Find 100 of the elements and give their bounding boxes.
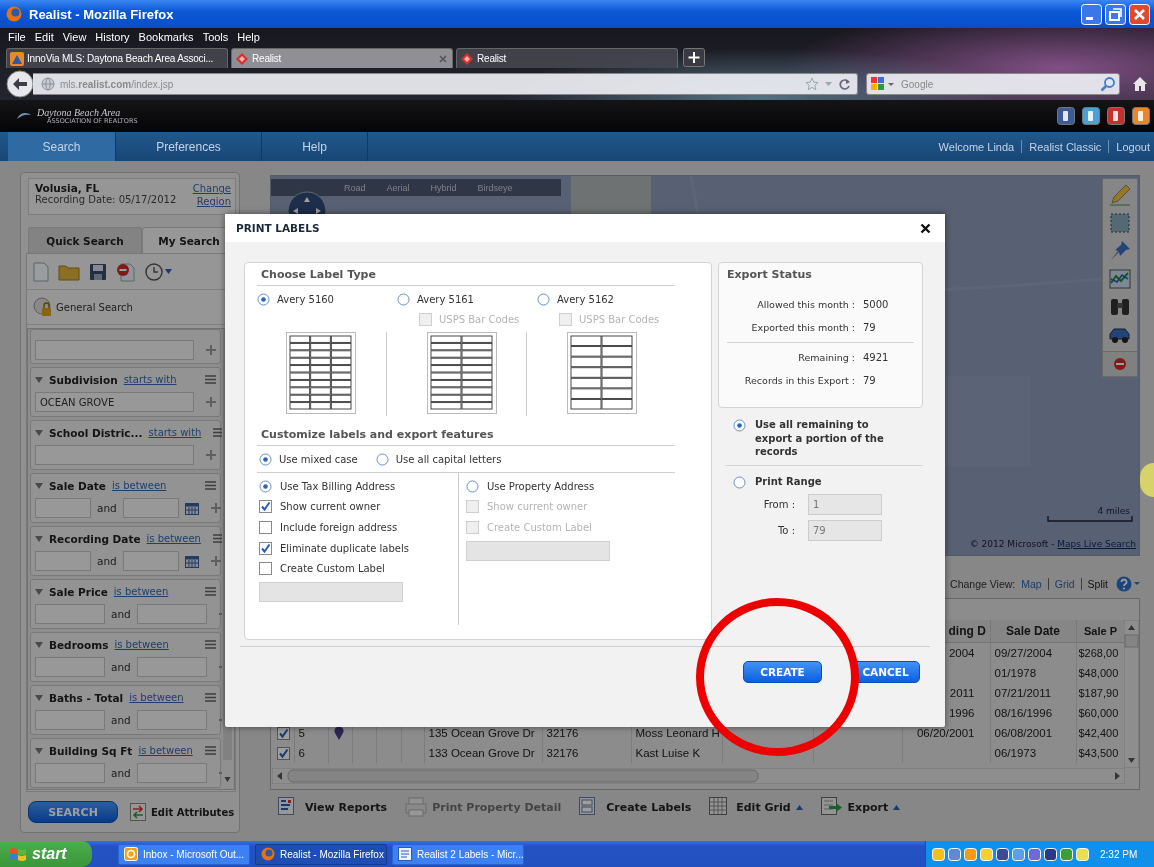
restore-button[interactable] <box>1105 3 1126 25</box>
checkbox[interactable] <box>277 726 290 740</box>
tray-icon[interactable] <box>996 847 1009 861</box>
radio-button[interactable] <box>733 419 746 432</box>
chart-icon[interactable] <box>1108 267 1132 291</box>
scrollbar[interactable] <box>1124 620 1139 768</box>
menu-item[interactable]: Edit <box>34 31 54 43</box>
input-field[interactable] <box>122 498 179 518</box>
radio-button[interactable] <box>537 292 550 306</box>
view-option[interactable]: Grid <box>1054 578 1075 590</box>
input-field[interactable] <box>35 763 105 783</box>
collapse-icon[interactable] <box>35 694 43 701</box>
checkbox[interactable] <box>259 521 272 534</box>
close-button[interactable] <box>1129 3 1150 25</box>
radio-button[interactable] <box>466 479 479 493</box>
input-field[interactable] <box>35 445 194 465</box>
toolbar-button[interactable]: Create Labels <box>579 797 692 817</box>
input-field[interactable] <box>35 551 91 571</box>
menu-icon[interactable] <box>205 746 216 755</box>
taskbar-button[interactable]: Realist - Mozilla Firefox <box>255 843 387 865</box>
pin-icon[interactable] <box>1108 239 1132 263</box>
map-type-button[interactable]: Hybrid <box>430 182 457 193</box>
input-field[interactable] <box>122 551 179 571</box>
nav-link[interactable]: Realist Classic <box>1029 140 1102 153</box>
input-field[interactable] <box>136 604 207 624</box>
search-engine-icon[interactable] <box>870 76 896 92</box>
swap-icon[interactable] <box>130 803 146 821</box>
clock-icon[interactable] <box>145 262 163 281</box>
menu-icon[interactable] <box>205 481 216 490</box>
map-type-button[interactable]: Road <box>344 182 366 193</box>
add-icon[interactable] <box>210 503 221 513</box>
star-icon[interactable] <box>805 77 819 91</box>
reload-icon[interactable] <box>838 77 851 91</box>
menu-item[interactable]: Help <box>237 31 260 43</box>
menu-item[interactable]: History <box>95 31 130 43</box>
edit-attributes-link[interactable]: Edit Attributes <box>151 806 235 818</box>
collapse-icon[interactable] <box>35 429 43 436</box>
input-field[interactable] <box>35 498 91 518</box>
menu-item[interactable]: File <box>8 31 26 43</box>
social-icon[interactable] <box>1132 107 1150 125</box>
checkbox[interactable] <box>277 746 290 760</box>
close-icon[interactable] <box>920 222 931 234</box>
toolbar-button[interactable]: Export <box>820 797 901 817</box>
radio-button[interactable] <box>733 475 746 489</box>
menu-icon[interactable] <box>213 428 225 437</box>
dropdown-icon[interactable] <box>824 80 833 88</box>
operator-link[interactable]: starts with <box>123 374 177 385</box>
add-icon[interactable] <box>206 450 216 460</box>
home-icon[interactable] <box>1132 76 1148 92</box>
menu-icon[interactable] <box>205 640 216 649</box>
new-tab-button[interactable] <box>683 48 705 67</box>
add-icon[interactable] <box>206 397 216 407</box>
input-field[interactable]: OCEAN GROVE <box>35 392 194 412</box>
select-icon[interactable] <box>1108 211 1132 235</box>
social-icon[interactable] <box>1107 107 1125 125</box>
menu-item[interactable]: View <box>62 31 87 43</box>
operator-link[interactable]: is between <box>111 480 167 491</box>
add-icon[interactable] <box>210 556 221 566</box>
radio-button[interactable] <box>397 292 410 306</box>
tray-icon[interactable] <box>1028 847 1041 861</box>
nav-tab[interactable]: Search <box>8 132 116 161</box>
calendar-icon[interactable] <box>184 554 199 568</box>
checkbox[interactable] <box>259 500 272 514</box>
browser-tab[interactable]: Realist <box>231 48 453 68</box>
input-field[interactable] <box>35 340 194 360</box>
map-type-button[interactable]: Birdseye <box>477 182 513 193</box>
collapse-icon[interactable] <box>35 641 43 648</box>
input-field[interactable] <box>136 763 207 783</box>
scrollbar[interactable] <box>272 768 1125 784</box>
menu-item[interactable]: Bookmarks <box>138 31 194 43</box>
radio-button[interactable] <box>259 479 272 493</box>
social-icon[interactable] <box>1082 107 1100 125</box>
collapse-icon[interactable] <box>35 535 43 542</box>
pencil-icon[interactable] <box>1108 183 1132 207</box>
url-field[interactable]: mls.realist.com/index.jsp <box>33 73 858 95</box>
search-field[interactable]: Google <box>866 73 1120 95</box>
input-field[interactable] <box>35 604 105 624</box>
search-icon[interactable] <box>1100 76 1116 92</box>
taskbar-button[interactable]: Inbox - Microsoft Out... <box>118 843 250 865</box>
add-icon[interactable] <box>206 345 216 355</box>
menu-icon[interactable] <box>205 375 216 384</box>
search-input[interactable]: Google <box>899 75 1097 93</box>
minimize-button[interactable] <box>1081 3 1102 25</box>
search-tab[interactable]: Quick Search <box>28 227 142 253</box>
collapse-icon[interactable] <box>35 482 43 489</box>
toolbar-button[interactable]: View Reports <box>278 797 388 817</box>
collapse-icon[interactable] <box>35 588 43 595</box>
operator-link[interactable]: is between <box>113 586 169 597</box>
nav-link[interactable]: Logout <box>1116 140 1150 153</box>
save-icon[interactable] <box>89 262 107 281</box>
change-region-link[interactable]: Change Region <box>191 182 231 212</box>
checkbox[interactable] <box>259 541 272 555</box>
operator-link[interactable]: is between <box>146 533 201 544</box>
menu-icon[interactable] <box>205 693 216 702</box>
menu-icon[interactable] <box>212 534 224 543</box>
collapse-icon[interactable] <box>35 376 43 383</box>
operator-link[interactable]: is between <box>129 692 184 703</box>
caret-icon[interactable] <box>165 269 172 274</box>
input-field[interactable] <box>35 710 105 730</box>
create-button[interactable]: CREATE <box>743 661 822 683</box>
